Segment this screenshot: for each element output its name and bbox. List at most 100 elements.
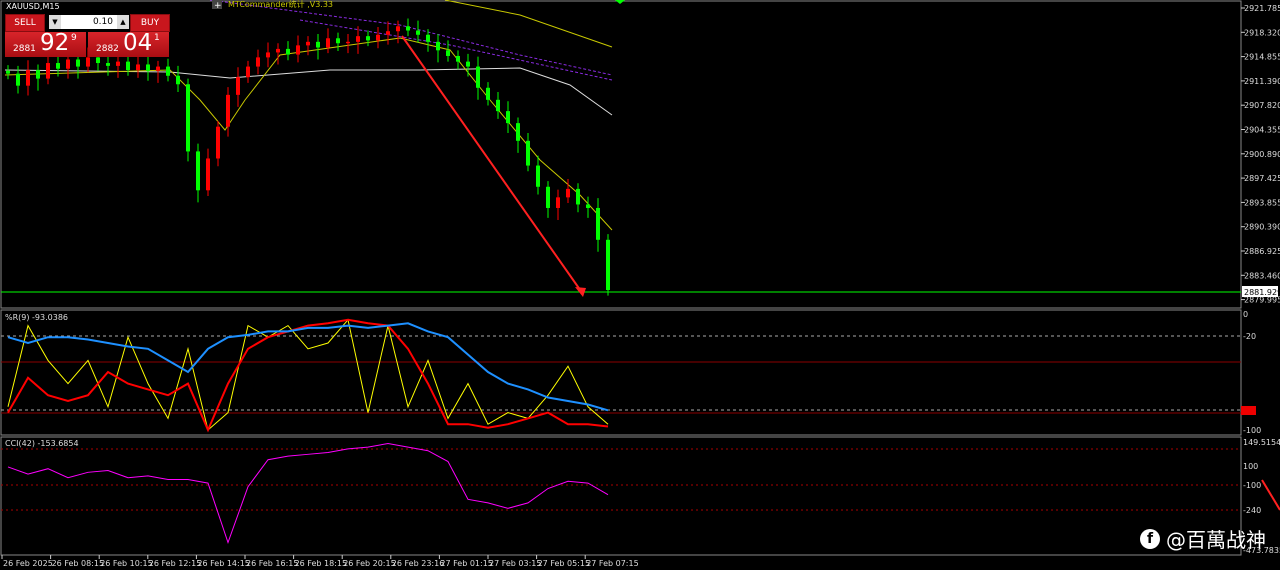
price-tick: 2911.390 <box>1244 77 1280 86</box>
price-pane[interactable]: 2921.785 2918.320 2914.855 2911.390 2907.820… <box>0 0 1280 309</box>
time-label: 27 Feb 05:15 <box>538 559 590 568</box>
sell-pip: 9 <box>71 33 77 43</box>
candle-body <box>36 70 40 79</box>
price-tick: 2904.355 <box>1244 126 1280 135</box>
candle-body <box>246 66 250 78</box>
candle-body <box>126 61 130 71</box>
time-label: 26 Feb 16:15 <box>246 559 298 568</box>
watermark: f @百萬战神 <box>1140 524 1266 553</box>
buy-quote[interactable]: 2882 04 1 <box>88 30 169 57</box>
candle-body <box>606 239 610 290</box>
price-tick: 2918.320 <box>1244 28 1280 37</box>
candle-body <box>386 31 390 35</box>
cci-tick: -240 <box>1243 506 1261 515</box>
watermark-text: @百萬战神 <box>1166 528 1266 552</box>
price-tick: 2907.820 <box>1244 101 1280 110</box>
candle-body <box>96 57 100 64</box>
buy-prefix: 2882 <box>96 44 119 54</box>
trend-arrow <box>401 35 584 295</box>
time-label: 26 Feb 14:15 <box>197 559 249 568</box>
candle-body <box>346 41 350 44</box>
candle-body <box>16 73 20 86</box>
candle-body <box>556 197 560 208</box>
candle-body <box>546 186 550 208</box>
cci-line <box>7 443 609 545</box>
candle-body <box>216 126 220 159</box>
price-tick: 2893.855 <box>1244 198 1280 207</box>
lot-decrease-icon[interactable]: ▼ <box>49 15 61 29</box>
svg-text:+: + <box>214 1 222 11</box>
candle-body <box>406 26 410 31</box>
cci-pane[interactable]: CCI(42) -153.6854 149.5154 100 -100 -240… <box>0 436 1280 556</box>
cci-title: CCI(42) -153.6854 <box>5 439 79 448</box>
ma-white <box>4 67 613 116</box>
candle-body <box>236 77 240 95</box>
buy-big: 04 <box>123 30 153 56</box>
candle-body <box>76 59 80 67</box>
wpr-tick: -20 <box>1243 332 1256 341</box>
cci-tick: 149.5154 <box>1243 438 1280 447</box>
candle-body <box>86 57 90 67</box>
candle-body <box>106 63 110 66</box>
sell-button[interactable]: SELL <box>5 14 45 32</box>
candle-body <box>296 45 300 55</box>
green-marker-icon <box>615 0 625 4</box>
wpr-tick: -100 <box>1243 426 1261 435</box>
candle-body <box>376 34 380 41</box>
candle-body <box>526 140 530 166</box>
candle-body <box>486 87 490 100</box>
time-label: 26 Feb 18:15 <box>295 559 347 568</box>
sell-prefix: 2881 <box>13 44 36 54</box>
ma-purple-1 <box>209 0 613 76</box>
lot-increase-icon[interactable]: ▲ <box>117 15 129 29</box>
candle-body <box>256 57 260 67</box>
cci-tick: -100 <box>1243 481 1261 490</box>
candle-body <box>56 63 60 69</box>
time-label: 27 Feb 07:15 <box>586 559 638 568</box>
ma-purple-2 <box>299 19 613 81</box>
candle-body <box>6 70 10 74</box>
price-tick: 2886.925 <box>1244 247 1280 256</box>
candle-body <box>316 41 320 48</box>
time-label: 27 Feb 01:15 <box>440 559 492 568</box>
lot-size-input[interactable]: ▼ 0.10 ▲ <box>49 15 129 29</box>
candle-body <box>156 66 160 71</box>
candle-body <box>446 50 450 56</box>
candle-body <box>416 30 420 35</box>
candle-body <box>326 38 330 48</box>
price-tick: 2914.855 <box>1244 53 1280 62</box>
price-tick: 2890.390 <box>1244 223 1280 232</box>
buy-pip: 1 <box>154 33 160 43</box>
wpr-tick: 0 <box>1243 310 1248 319</box>
price-tick: 2921.785 <box>1244 4 1280 13</box>
one-click-trade-panel: SELL ▼ 0.10 ▲ BUY 2881 92 9 2882 04 1 <box>4 13 170 57</box>
candle-body <box>426 34 430 42</box>
candle-body <box>596 207 600 240</box>
indicator-label: MTCommander统计 ,V3.33 <box>228 0 333 9</box>
candle-body <box>46 63 50 79</box>
candle-body <box>286 48 290 55</box>
time-label: 26 Feb 08:15 <box>52 559 104 568</box>
candle-body <box>166 66 170 76</box>
candle-body <box>26 70 30 86</box>
wpr-pane[interactable]: %R(9) -93.0386 0 -20 -100 <box>0 309 1261 436</box>
candle-body <box>116 61 120 66</box>
ma-far-yellow <box>444 0 613 48</box>
candle-body <box>206 158 210 191</box>
candle-body <box>506 111 510 124</box>
candle-body <box>466 61 470 67</box>
facebook-icon: f <box>1140 528 1160 549</box>
candle-body <box>136 64 140 71</box>
cci-tick: 100 <box>1243 462 1258 471</box>
sell-quote[interactable]: 2881 92 9 <box>5 30 86 57</box>
candle-body <box>436 41 440 51</box>
time-label: 26 Feb 20:15 <box>343 559 395 568</box>
candle-body <box>276 48 280 53</box>
candle-body <box>586 204 590 208</box>
sell-big: 92 <box>40 30 70 56</box>
candle-body <box>146 64 150 71</box>
time-label: 26 Feb 2025 <box>3 559 53 568</box>
price-tick: 2883.460 <box>1244 271 1280 280</box>
candle-body <box>226 94 230 127</box>
candle-body <box>516 123 520 141</box>
